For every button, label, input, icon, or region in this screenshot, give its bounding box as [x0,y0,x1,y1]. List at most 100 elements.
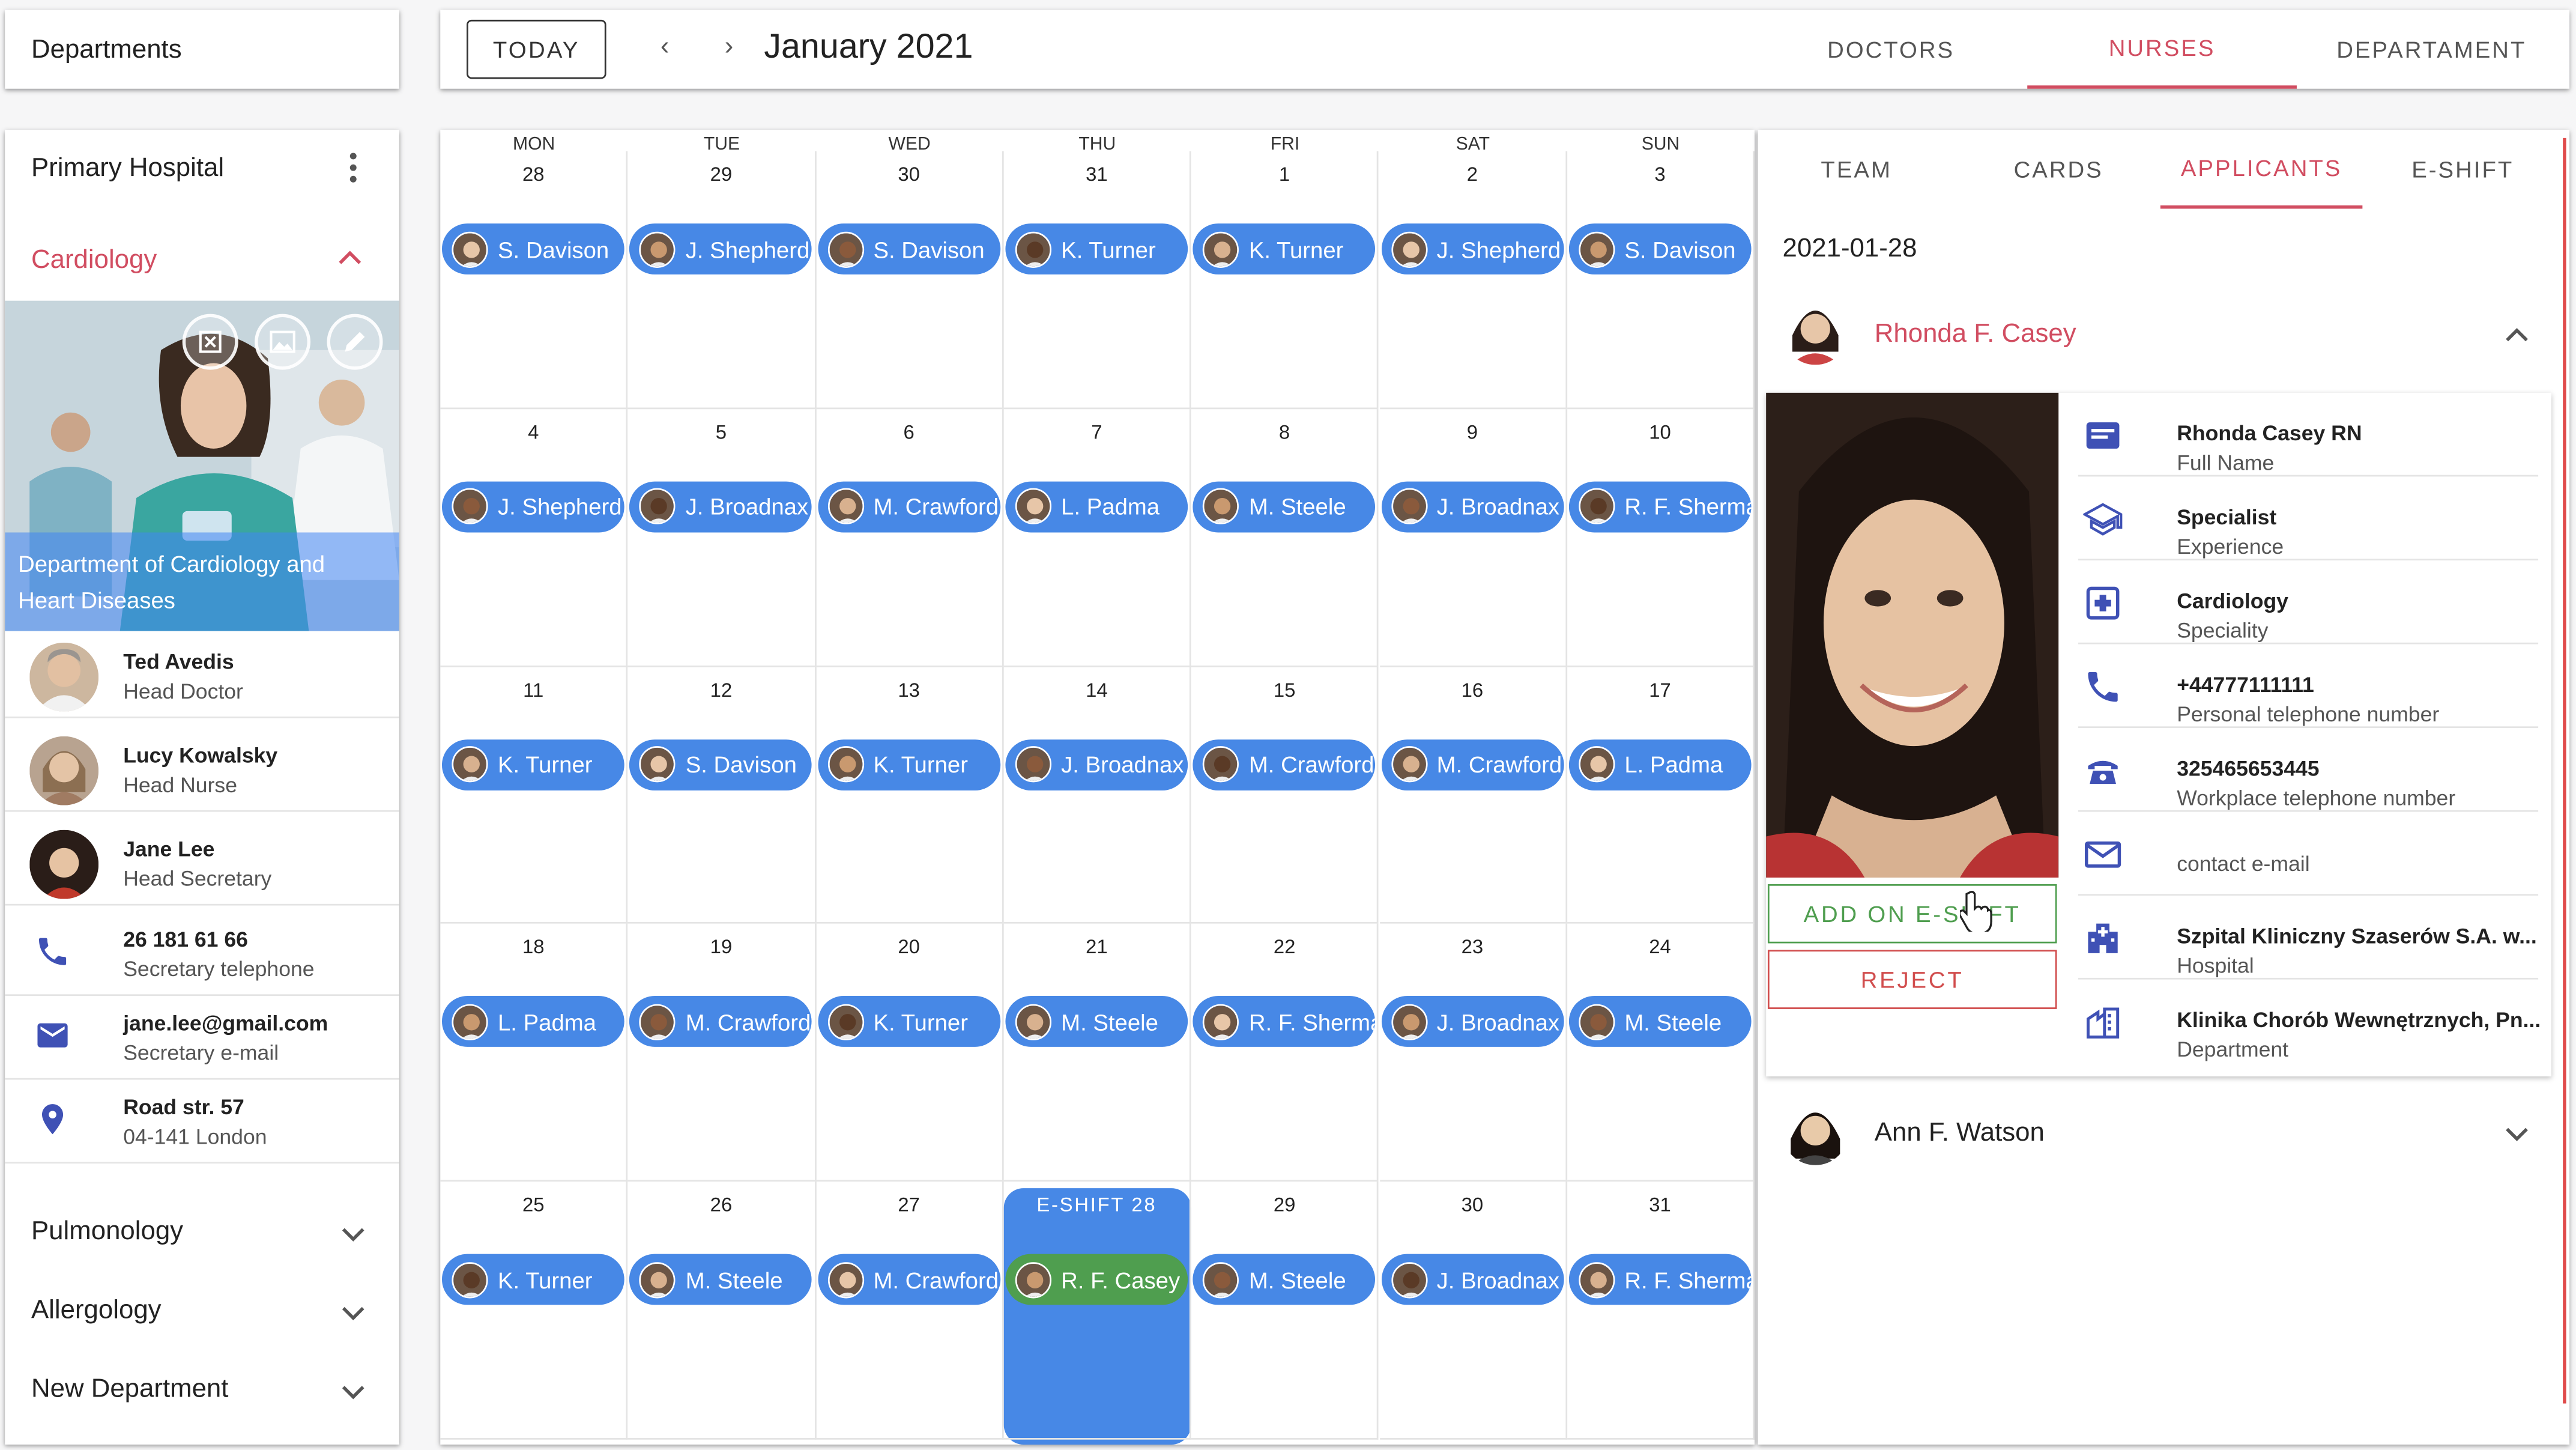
calendar-day-cell[interactable]: 17 L. Padma [1567,666,1755,924]
add-on-e-shift-button[interactable]: ADD ON E-SHIFT [1767,884,2057,944]
calendar-day-cell[interactable]: 22 R. F. Sherma [1191,924,1379,1182]
calendar-day-cell[interactable]: 5 J. Broadnax [627,408,816,667]
tab-cards[interactable]: CARDS [1958,130,2159,208]
shift-chip[interactable]: M. Crawford [629,996,812,1048]
shift-chip[interactable]: M. Steele [1005,996,1188,1048]
shift-chip[interactable]: M. Crawford [1193,739,1376,790]
chevron-up-icon[interactable] [339,250,361,266]
calendar-day-cell[interactable]: 25 K. Turner [440,1182,628,1440]
shift-chip[interactable]: J. Shepherd [629,223,812,275]
today-button[interactable]: TODAY [467,19,606,79]
calendar-day-cell[interactable]: 15 M. Crawford [1191,666,1379,924]
department-cardiology[interactable]: Cardiology [31,246,157,276]
shift-chip[interactable]: K. Turner [1193,223,1376,275]
shift-chip[interactable]: M. Crawford [817,481,1000,532]
contact-row[interactable]: Road str. 57 04-141 London [5,1081,399,1164]
shift-chip[interactable]: S. Davison [629,739,812,790]
reject-button[interactable]: REJECT [1767,950,2057,1009]
staff-row[interactable]: Ted Avedis Head Doctor [5,636,399,718]
next-month-icon[interactable]: › [725,33,734,62]
calendar-day-cell[interactable]: 13 K. Turner [815,666,1004,924]
tab-nurses[interactable]: NURSES [2027,10,2297,89]
shift-chip[interactable]: M. Steele [629,1254,812,1305]
calendar-day-cell[interactable]: 20 K. Turner [815,924,1004,1182]
shift-chip[interactable]: R. F. Sherma [1193,996,1376,1048]
calendar-day-cell[interactable]: 8 M. Steele [1191,408,1379,667]
contact-row[interactable]: 26 181 61 66 Secretary telephone [5,914,399,996]
calendar-day-cell[interactable]: 1 K. Turner [1191,151,1379,409]
shift-chip[interactable]: J. Broadnax [1380,1254,1564,1305]
calendar-day-cell[interactable]: 29 J. Shepherd [627,151,816,409]
shift-chip[interactable]: R. F. Casey [1005,1254,1188,1305]
calendar-day-cell[interactable]: 7 L. Padma [1003,408,1192,667]
shift-chip[interactable]: K. Turner [817,996,1000,1048]
tab-applicants[interactable]: APPLICANTS [2160,130,2363,209]
shift-chip[interactable]: S. Davison [1568,223,1752,275]
calendar-day-cell[interactable]: 10 R. F. Sherma [1567,408,1755,667]
calendar-day-cell[interactable]: 14 J. Broadnax [1003,666,1192,924]
tab-e-shift[interactable]: E-SHIFT [2366,130,2560,208]
shift-chip[interactable]: L. Padma [441,996,624,1048]
applicant-name[interactable]: Rhonda F. Casey [1875,321,2076,350]
tab-doctors[interactable]: DOCTORS [1784,10,1998,88]
calendar-day-cell[interactable]: E-SHIFT 28 R. F. Casey [1003,1182,1192,1440]
staff-row[interactable]: Jane Lee Head Secretary [5,824,399,906]
calendar-day-cell[interactable]: 23 J. Broadnax [1379,924,1567,1182]
calendar-day-cell[interactable]: 11 K. Turner [440,666,628,924]
calendar-day-cell[interactable]: 9 J. Broadnax [1379,408,1567,667]
calendar-day-cell[interactable]: 19 M. Crawford [627,924,816,1182]
tab-team[interactable]: TEAM [1758,130,1955,208]
calendar-day-cell[interactable]: 27 M. Crawford [815,1182,1004,1440]
calendar-day-cell[interactable]: 3 S. Davison [1567,151,1755,409]
calendar-day-cell[interactable]: 28 S. Davison [440,151,628,409]
department-new[interactable]: New Department [31,1376,228,1405]
chevron-down-icon[interactable] [342,1384,364,1400]
calendar-day-cell[interactable]: 30 S. Davison [815,151,1004,409]
shift-chip[interactable]: M. Crawford [817,1254,1000,1305]
staff-row[interactable]: Lucy Kowalsky Head Nurse [5,730,399,812]
shift-chip[interactable]: K. Turner [441,739,624,790]
calendar-day-cell[interactable]: 30 J. Broadnax [1379,1182,1567,1440]
shift-chip[interactable]: M. Steele [1568,996,1752,1048]
calendar-day-cell[interactable]: 29 M. Steele [1191,1182,1379,1440]
calendar-day-cell[interactable]: 4 J. Shepherd [440,408,628,667]
shift-chip[interactable]: K. Turner [441,1254,624,1305]
shift-chip[interactable]: J. Broadnax [1380,996,1564,1048]
prev-month-icon[interactable]: ‹ [661,33,670,62]
shift-chip[interactable]: S. Davison [817,223,1000,275]
change-image-icon[interactable] [255,314,311,370]
shift-chip[interactable]: J. Broadnax [1005,739,1188,790]
shift-chip[interactable]: J. Shepherd [1380,223,1564,275]
calendar-day-cell[interactable]: 31 R. F. Sherma [1567,1182,1755,1440]
calendar-day-cell[interactable]: 2 J. Shepherd [1379,151,1567,409]
shift-chip[interactable]: M. Steele [1193,1254,1376,1305]
calendar-day-cell[interactable]: 31 K. Turner [1003,151,1192,409]
more-vert-icon[interactable] [346,153,360,186]
calendar-day-cell[interactable]: 26 M. Steele [627,1182,816,1440]
department-pulmonology[interactable]: Pulmonology [31,1218,183,1247]
chevron-down-icon[interactable] [342,1305,364,1321]
shift-chip[interactable]: K. Turner [1005,223,1188,275]
shift-chip[interactable]: J. Broadnax [1380,481,1564,532]
shift-chip[interactable]: L. Padma [1568,739,1752,790]
shift-chip[interactable]: R. F. Sherma [1568,1254,1752,1305]
calendar-day-cell[interactable]: 12 S. Davison [627,666,816,924]
shift-chip[interactable]: S. Davison [441,223,624,275]
chevron-down-icon[interactable] [2505,1126,2528,1142]
remove-image-icon[interactable] [182,314,238,370]
shift-chip[interactable]: J. Broadnax [629,481,812,532]
calendar-day-cell[interactable]: 24 M. Steele [1567,924,1755,1182]
shift-chip[interactable]: M. Crawford [1380,739,1564,790]
calendar-day-cell[interactable]: 6 M. Crawford [815,408,1004,667]
edit-pencil-icon[interactable] [327,314,383,370]
tab-departament[interactable]: DEPARTAMENT [2297,10,2566,88]
applicant-name[interactable]: Ann F. Watson [1875,1119,2045,1148]
calendar-day-cell[interactable]: 16 M. Crawford [1379,666,1567,924]
shift-chip[interactable]: J. Shepherd [441,481,624,532]
calendar-day-cell[interactable]: 21 M. Steele [1003,924,1192,1182]
calendar-day-cell[interactable]: 18 L. Padma [440,924,628,1182]
shift-chip[interactable]: L. Padma [1005,481,1188,532]
shift-chip[interactable]: R. F. Sherma [1568,481,1752,532]
contact-row[interactable]: jane.lee@gmail.com Secretary e-mail [5,998,399,1080]
shift-chip[interactable]: K. Turner [817,739,1000,790]
